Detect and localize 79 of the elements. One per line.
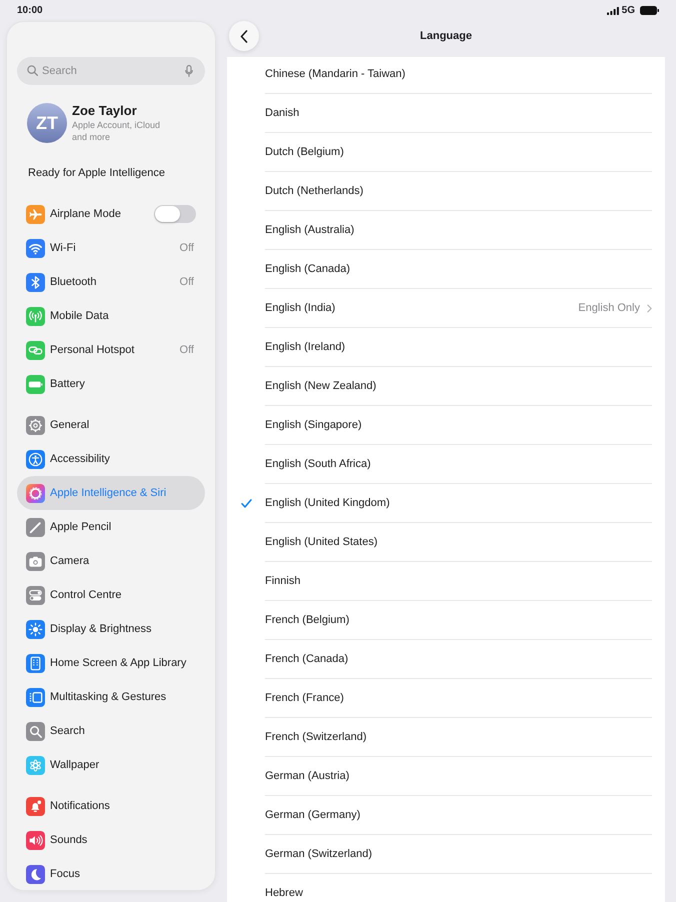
sidebar-item[interactable]: General <box>17 408 205 442</box>
sidebar-item[interactable]: Battery <box>17 367 205 401</box>
sidebar-item[interactable]: Personal Hotspot <box>17 333 180 367</box>
chevron-right-icon <box>647 304 652 312</box>
bell-icon <box>26 796 45 816</box>
ring-icon <box>26 484 45 502</box>
tablet-icon <box>26 654 45 672</box>
toggle-switches-icon <box>26 586 45 604</box>
sidebar-item[interactable]: Wallpaper <box>17 748 205 782</box>
speaker-icon <box>26 830 45 850</box>
status-value: Off <box>180 240 194 256</box>
language-option[interactable]: French (Switzerland) <box>227 730 652 744</box>
account-name: Zoe Taylor <box>72 103 138 119</box>
account-subtitle: Apple Account, iCloud and more <box>72 119 162 143</box>
sidebar-item[interactable]: Wi-Fi <box>17 231 180 265</box>
sidebar-item[interactable]: Sounds <box>17 823 205 857</box>
pencil-icon <box>26 518 45 536</box>
network-label: 5G <box>622 4 635 18</box>
sidebar-item[interactable]: Accessibility <box>17 442 205 476</box>
language-option[interactable]: English (Singapore) <box>227 418 652 432</box>
sidebar-item[interactable]: Notifications <box>17 789 205 823</box>
language-option[interactable]: Hebrew <box>227 886 652 900</box>
sidebar-item[interactable]: Control Centre <box>17 578 205 612</box>
status-value: Off <box>180 342 194 358</box>
language-option[interactable]: Finnish <box>227 574 652 588</box>
sidebar-item[interactable]: Apple Pencil <box>17 510 205 544</box>
language-option[interactable]: English (Australia) <box>227 223 652 237</box>
language-option[interactable]: English (New Zealand) <box>227 379 652 393</box>
language-option[interactable]: Dutch (Netherlands) <box>227 184 652 198</box>
gear-icon <box>26 416 45 434</box>
sidebar-item[interactable]: Airplane Mode <box>17 197 154 231</box>
airplane-icon <box>26 204 45 224</box>
sidebar-item[interactable]: Multitasking & Gestures <box>17 680 205 714</box>
antenna-icon <box>26 306 45 326</box>
battery-icon <box>26 374 45 394</box>
camera-icon <box>26 552 45 570</box>
language-option[interactable]: English (United States) <box>227 535 652 549</box>
sun-icon <box>26 620 45 638</box>
language-option[interactable]: French (Belgium) <box>227 613 652 627</box>
accessibility-icon <box>26 450 45 468</box>
page-title: Language <box>419 28 473 44</box>
sidebar-item[interactable]: Camera <box>17 544 205 578</box>
status-link[interactable]: Ready for Apple Intelligence <box>17 166 205 180</box>
language-option[interactable]: French (Canada) <box>227 652 652 666</box>
language-option[interactable]: English (Canada) <box>227 262 652 276</box>
language-option[interactable]: French (France) <box>227 691 652 705</box>
wifi-icon <box>26 238 45 258</box>
sidebar-item[interactable]: Home Screen & App Library <box>17 646 205 680</box>
sidebar-item[interactable]: Display & Brightness <box>17 612 205 646</box>
microphone-icon <box>185 65 193 77</box>
search-field[interactable]: Search <box>17 57 205 85</box>
chevron-left-icon <box>240 30 248 42</box>
language-option[interactable]: English (South Africa) <box>227 457 652 471</box>
sidebar-item[interactable]: Bluetooth <box>17 265 180 299</box>
language-option[interactable]: Dutch (Belgium) <box>227 145 652 159</box>
chain-link-icon <box>26 340 45 360</box>
sidebar-item[interactable]: Focus <box>17 857 205 890</box>
search-icon <box>26 722 45 740</box>
signal-icon <box>606 6 619 14</box>
language-option[interactable]: Danish <box>227 106 652 120</box>
windows-icon <box>26 688 45 706</box>
moon-icon <box>26 864 45 884</box>
toggle-switch[interactable] <box>154 205 196 223</box>
language-option[interactable]: German (Germany) <box>227 808 652 822</box>
language-option[interactable]: German (Switzerland) <box>227 847 652 861</box>
back-button[interactable] <box>229 21 259 51</box>
search-icon <box>27 65 38 76</box>
sidebar-item[interactable]: Mobile Data <box>17 299 205 333</box>
language-option[interactable]: German (Austria) <box>227 769 652 783</box>
language-option[interactable]: English (United Kingdom) <box>227 496 652 510</box>
language-option[interactable]: Chinese (Mandarin - Taiwan) <box>227 67 652 81</box>
sidebar-item[interactable]: Search <box>17 714 205 748</box>
atom-icon <box>26 756 45 774</box>
status-time: 10:00 <box>17 4 43 18</box>
language-option[interactable]: English (India) <box>227 301 578 315</box>
status-value: Off <box>180 274 194 290</box>
battery-icon <box>640 6 659 15</box>
language-option[interactable]: English (Ireland) <box>227 340 652 354</box>
bluetooth-icon <box>26 272 45 292</box>
